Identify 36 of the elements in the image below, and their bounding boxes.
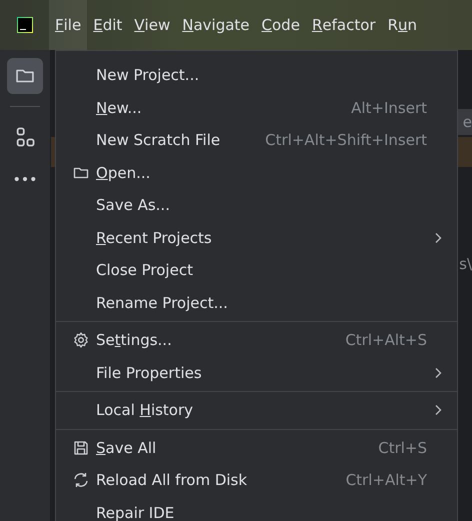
menu-entry[interactable]: Rename Project... bbox=[96, 294, 427, 312]
menu-entry[interactable]: File Properties bbox=[96, 364, 427, 382]
menu-item[interactable]: File bbox=[49, 0, 88, 50]
menu-item[interactable]: Navigate bbox=[176, 0, 256, 50]
reload-icon bbox=[72, 471, 90, 490]
menu-entry[interactable]: Close Project bbox=[96, 261, 427, 280]
shortcut-text: Alt+Insert bbox=[351, 98, 427, 117]
chevron-right-icon bbox=[434, 232, 442, 244]
menu-item[interactable]: Refactor bbox=[306, 0, 382, 50]
menu-entry[interactable]: Local History bbox=[96, 401, 427, 420]
menu-entry[interactable]: Recent Projects bbox=[96, 228, 427, 247]
menu-entry[interactable]: Repair IDE bbox=[96, 504, 427, 521]
menu-item[interactable]: Run bbox=[382, 0, 424, 50]
shortcut-text: Ctrl+Alt+Y bbox=[346, 471, 427, 490]
settings-icon bbox=[72, 331, 90, 350]
chevron-right-icon bbox=[434, 366, 442, 379]
menu-entry[interactable]: Settings... bbox=[96, 331, 346, 350]
code-text: s\ bbox=[459, 255, 472, 273]
menu-item[interactable]: Code bbox=[256, 0, 306, 50]
menu-entry[interactable]: Open... bbox=[96, 164, 427, 182]
structure-icon bbox=[14, 126, 36, 148]
shortcut-text: Ctrl+Alt+S bbox=[345, 331, 427, 350]
shortcut-text: Ctrl+S bbox=[378, 438, 427, 457]
chevron-right-icon bbox=[434, 404, 442, 416]
more-icon bbox=[14, 176, 36, 182]
menu-item[interactable]: Edit bbox=[87, 0, 128, 50]
menu-entry[interactable]: New Project... bbox=[96, 66, 427, 84]
app-logo-icon bbox=[17, 17, 33, 33]
tool-button[interactable] bbox=[7, 58, 43, 94]
menu-entry[interactable]: Reload All from Disk bbox=[96, 471, 346, 490]
menu-entry[interactable]: New... bbox=[96, 98, 352, 117]
menu-entry[interactable]: New Scratch File bbox=[96, 131, 266, 150]
shortcut-text: Ctrl+Alt+Shift+Insert bbox=[265, 131, 427, 150]
menu-entry[interactable]: Save As... bbox=[96, 196, 427, 214]
menu-entry[interactable]: Save All bbox=[96, 438, 378, 457]
menu-item[interactable]: View bbox=[128, 0, 176, 50]
